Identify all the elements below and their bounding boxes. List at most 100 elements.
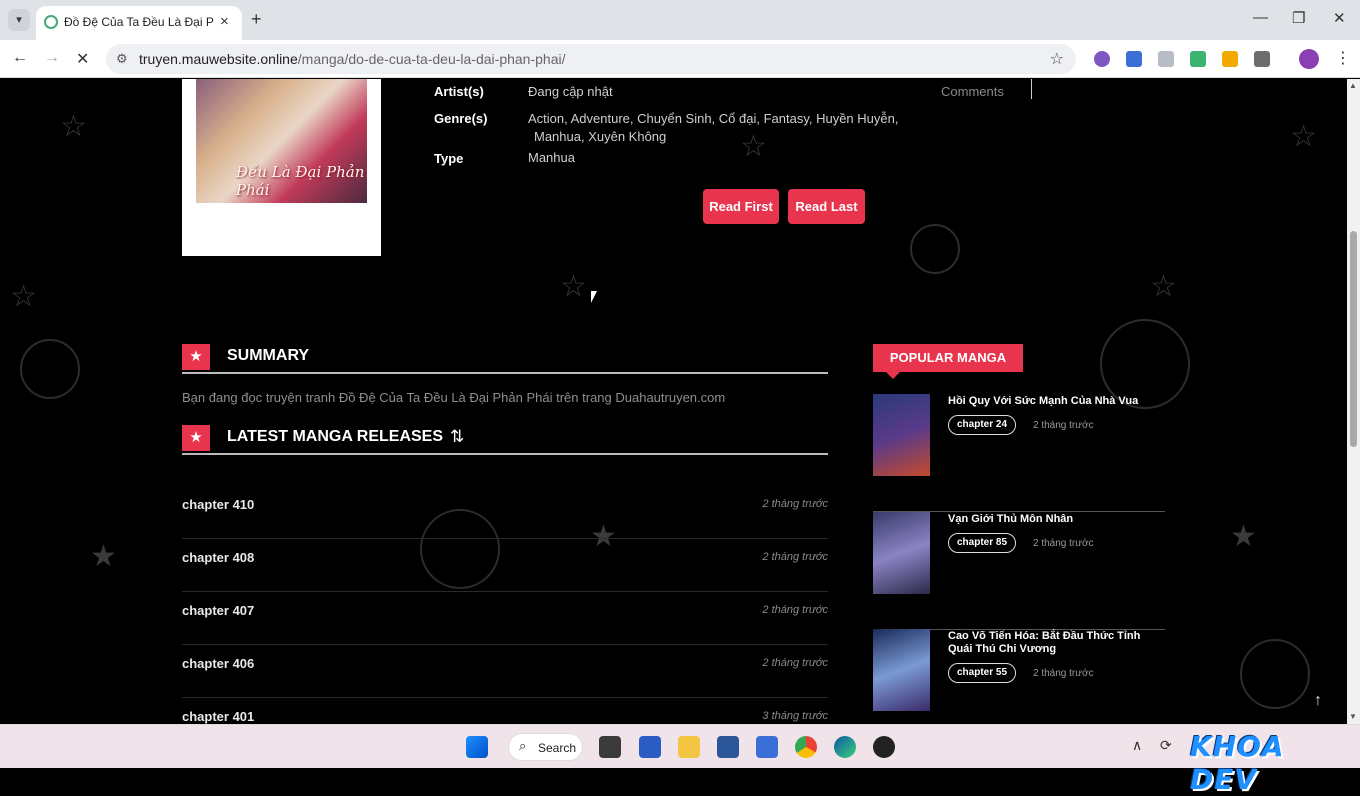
forward-icon[interactable]: → <box>44 49 60 67</box>
address-bar[interactable]: ⚙ truyen.mauwebsite.online/manga/do-de-c… <box>106 44 1076 74</box>
chapter-row[interactable]: chapter 408 2 tháng trước <box>182 539 828 592</box>
cover-art-text: Đều Là Đại Phản Phái <box>236 163 365 199</box>
windows-start-icon[interactable] <box>466 736 488 758</box>
manga-cover-card: Đều Là Đại Phản Phái <box>182 79 381 256</box>
search-icon: ⌕ <box>519 738 527 753</box>
star-doodle-icon: ☆ <box>1290 120 1317 153</box>
chapter-row[interactable]: chapter 407 2 tháng trước <box>182 592 828 645</box>
star-doodle-icon: ☆ <box>60 110 87 143</box>
chapter-time: 2 tháng trước <box>762 551 828 563</box>
scrollbar-thumb[interactable] <box>1350 231 1357 447</box>
popular-chapter-chip[interactable]: chapter 85 <box>948 533 1016 553</box>
popular-chapter-chip[interactable]: chapter 55 <box>948 663 1016 683</box>
taskbar: ⌕ Search ∧ ⟳ KHOA DEV <box>0 724 1360 796</box>
popular-time: 2 tháng trước <box>1033 668 1094 679</box>
artist-value: Đang cập nhật <box>528 84 613 99</box>
popular-item[interactable]: Cao Võ Tiến Hóa: Bắt Đầu Thức Tỉnh Quái … <box>873 629 1165 724</box>
app-icon[interactable] <box>873 736 895 758</box>
type-label: Type <box>434 151 464 166</box>
chapter-name[interactable]: chapter 406 <box>182 656 254 671</box>
popular-item[interactable]: Vạn Giới Thủ Môn Nhân chapter 85 2 tháng… <box>873 512 1165 630</box>
chapter-name[interactable]: chapter 401 <box>182 709 254 724</box>
url-path: /manga/do-de-cua-ta-deu-la-dai-phan-phai… <box>297 51 566 67</box>
file-explorer-icon[interactable] <box>678 736 700 758</box>
popular-thumbnail[interactable] <box>873 512 930 594</box>
manga-cover-image[interactable]: Đều Là Đại Phản Phái <box>196 79 367 203</box>
star-doodle-icon: ☆ <box>560 270 587 303</box>
browser-menu-icon[interactable]: ⋮ <box>1335 48 1351 68</box>
popular-name[interactable]: Vạn Giới Thủ Môn Nhân <box>948 513 1163 526</box>
extension-download-icon[interactable] <box>1222 51 1238 67</box>
profile-avatar[interactable] <box>1299 49 1319 69</box>
genre-list-line-2[interactable]: Manhua, Xuyên Không <box>534 129 666 144</box>
snipping-tool-icon[interactable] <box>756 736 778 758</box>
extension-color-icon[interactable] <box>1190 51 1206 67</box>
extension-document-icon[interactable] <box>1126 51 1142 67</box>
popular-chapter-chip[interactable]: chapter 24 <box>948 415 1016 435</box>
popular-thumbnail[interactable] <box>873 629 930 711</box>
tray-sync-icon[interactable]: ⟳ <box>1160 737 1172 754</box>
chapter-row[interactable]: chapter 401 3 tháng trước <box>182 698 828 724</box>
site-info-icon[interactable]: ⚙ <box>116 51 128 67</box>
popular-name[interactable]: Hồi Quy Với Sức Mạnh Của Nhà Vua <box>948 395 1163 408</box>
close-window-icon[interactable]: ✕ <box>1333 9 1346 27</box>
chapter-name[interactable]: chapter 410 <box>182 497 254 512</box>
scroll-up-icon[interactable]: ▲ <box>1349 81 1357 90</box>
khoa-dev-watermark: KHOA DEV <box>1190 730 1285 796</box>
task-view-icon[interactable] <box>599 736 621 758</box>
comments-label[interactable]: Comments <box>941 84 1004 99</box>
new-tab-icon[interactable]: + <box>251 9 262 30</box>
star-doodle-icon: ★ <box>90 540 117 573</box>
tray-chevron-icon[interactable]: ∧ <box>1132 737 1142 754</box>
browser-toolbar: ← → ✕ ⚙ truyen.mauwebsite.online/manga/d… <box>0 40 1360 78</box>
word-icon[interactable] <box>717 736 739 758</box>
taskbar-search[interactable]: ⌕ Search <box>508 733 583 761</box>
page-scrollbar[interactable]: ▲ ▼ <box>1347 79 1360 724</box>
chapter-name[interactable]: chapter 408 <box>182 550 254 565</box>
tab-close-icon[interactable]: × <box>220 13 229 30</box>
planet-doodle <box>20 339 80 399</box>
url-text[interactable]: truyen.mauwebsite.online/manga/do-de-cua… <box>139 51 565 67</box>
chapter-time: 2 tháng trước <box>762 657 828 669</box>
planet-doodle <box>910 224 960 274</box>
genre-label: Genre(s) <box>434 111 488 126</box>
popular-thumbnail[interactable] <box>873 394 930 476</box>
minimize-icon[interactable]: — <box>1253 9 1268 26</box>
genre-list-line-1[interactable]: Action, Adventure, Chuyển Sinh, Cổ đại, … <box>528 111 898 126</box>
store-icon[interactable] <box>639 736 661 758</box>
popular-name[interactable]: Cao Võ Tiến Hóa: Bắt Đầu Thức Tỉnh Quái … <box>948 630 1163 656</box>
read-last-button[interactable]: Read Last <box>788 189 865 224</box>
extension-gear-icon[interactable] <box>1094 51 1110 67</box>
bookmark-star-icon[interactable]: ☆ <box>1050 49 1064 69</box>
star-doodle-icon: ☆ <box>10 280 37 313</box>
extensions-puzzle-icon[interactable] <box>1254 51 1270 67</box>
chrome-icon[interactable] <box>795 736 817 758</box>
popular-item[interactable]: Hồi Quy Với Sức Mạnh Của Nhà Vua chapter… <box>873 394 1165 512</box>
url-domain: truyen.mauwebsite.online <box>139 51 298 67</box>
artist-label: Artist(s) <box>434 84 484 99</box>
popular-time: 2 tháng trước <box>1033 420 1094 431</box>
sort-toggle-icon[interactable]: ⇅ <box>450 427 464 447</box>
chapter-row[interactable]: chapter 406 2 tháng trước <box>182 645 828 698</box>
back-to-top-icon[interactable]: ↑ <box>1314 692 1322 710</box>
summary-star-icon: ★ <box>182 344 210 370</box>
restore-icon[interactable]: ❐ <box>1292 9 1305 27</box>
back-icon[interactable]: ← <box>12 49 28 67</box>
summary-text: Bạn đang đọc truyện tranh Đồ Đệ Của Ta Đ… <box>182 390 726 405</box>
popular-header-pointer <box>886 372 900 379</box>
chapter-row[interactable]: chapter 410 2 tháng trước <box>182 486 828 539</box>
browser-tab[interactable]: Đồ Đệ Của Ta Đều Là Đại Phản × <box>36 6 242 40</box>
popular-manga-title: POPULAR MANGA <box>873 344 1023 372</box>
popular-time: 2 tháng trước <box>1033 538 1094 549</box>
scroll-down-icon[interactable]: ▼ <box>1349 712 1357 721</box>
chapter-name[interactable]: chapter 407 <box>182 603 254 618</box>
tab-search-button[interactable]: ▾ <box>8 9 30 31</box>
chapter-time: 2 tháng trước <box>762 498 828 510</box>
extension-camera-icon[interactable] <box>1158 51 1174 67</box>
stop-loading-icon[interactable]: ✕ <box>76 49 89 69</box>
read-first-button[interactable]: Read First <box>703 189 779 224</box>
site-favicon-icon <box>44 15 58 29</box>
comments-divider <box>1031 79 1032 99</box>
mouse-cursor-icon <box>591 291 597 303</box>
edge-icon[interactable] <box>834 736 856 758</box>
